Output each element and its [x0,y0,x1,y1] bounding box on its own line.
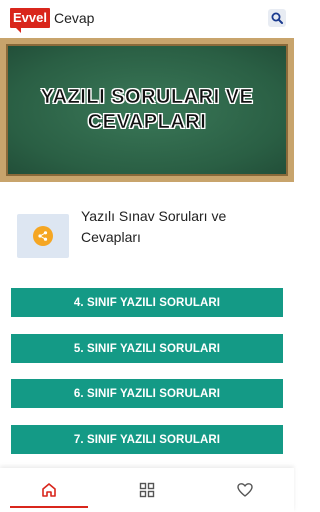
grade-5-button[interactable]: 5. SINIF YAZILI SORULARI [11,334,283,363]
chalkboard-banner[interactable]: YAZILI SORULARI VE CEVAPLARI [0,38,294,182]
nav-categories[interactable] [98,468,196,512]
heart-icon [237,483,253,497]
search-button[interactable] [268,9,286,27]
grade-7-button[interactable]: 7. SINIF YAZILI SORULARI [11,425,283,454]
grade-6-button[interactable]: 6. SINIF YAZILI SORULARI [11,379,283,408]
category-card: Yazılı Sınav Soruları ve Cevapları [17,208,271,258]
search-icon [271,12,283,24]
active-indicator [10,506,88,508]
card-title: Yazılı Sınav Soruları ve Cevapları [81,208,227,245]
bottom-nav [0,468,294,512]
grade-4-button[interactable]: 4. SINIF YAZILI SORULARI [11,288,283,317]
nav-favorites[interactable] [196,468,294,512]
share-icon [33,226,53,246]
logo[interactable]: Evvel Cevap [10,7,95,33]
banner-title: YAZILI SORULARI VE CEVAPLARI [40,86,254,134]
share-button[interactable] [17,214,69,258]
nav-home[interactable] [0,468,98,512]
home-icon [42,483,56,497]
logo-text: Cevap [53,10,95,26]
app-header: Evvel Cevap [0,0,294,36]
logo-mark: Evvel [10,8,50,33]
chalkboard: YAZILI SORULARI VE CEVAPLARI [6,44,288,176]
grid-icon [139,482,155,498]
